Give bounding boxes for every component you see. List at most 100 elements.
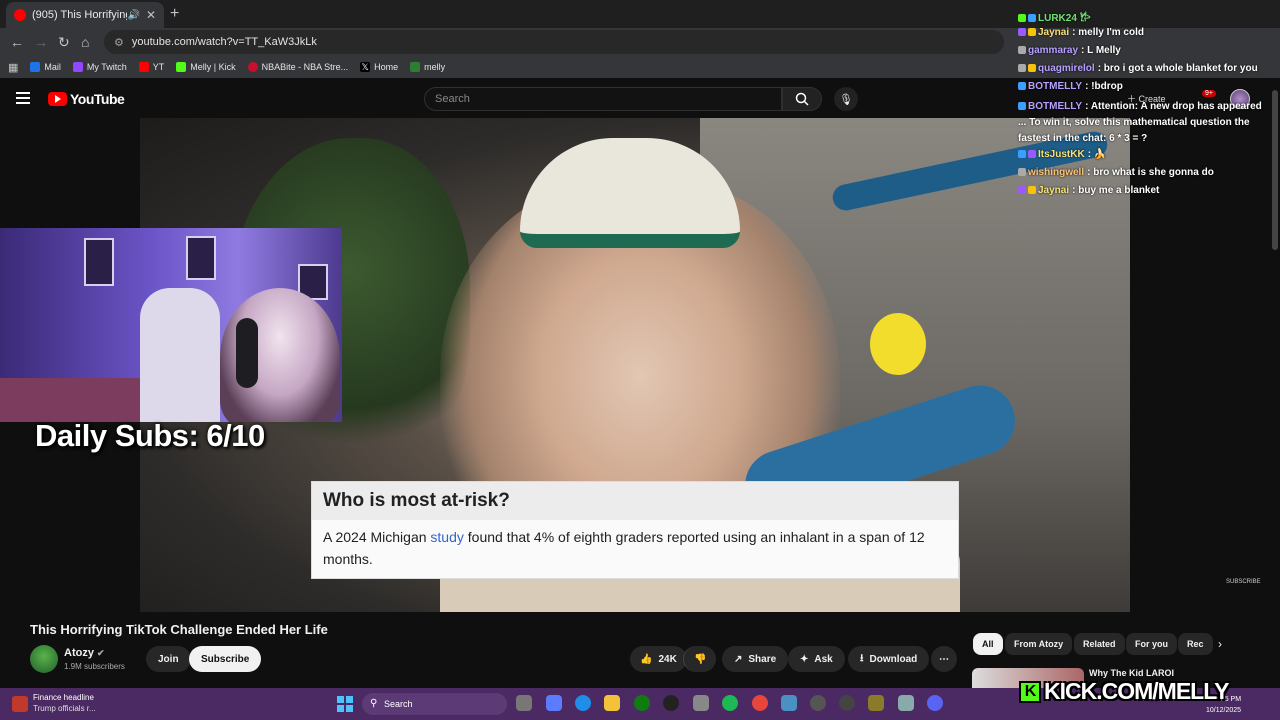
join-button[interactable]: Join xyxy=(146,646,191,672)
voice-search-button[interactable]: 🎙 xyxy=(834,87,858,111)
chat-username: Jaynai xyxy=(1038,185,1070,196)
video-frame-rubber-duck xyxy=(870,313,926,375)
search-icon: ⚲ xyxy=(370,698,378,709)
twitch-icon xyxy=(72,62,83,72)
copilot-icon[interactable] xyxy=(546,695,562,711)
chat-badge-icon xyxy=(1028,186,1036,195)
more-actions-button[interactable]: ⋯ xyxy=(931,646,957,672)
dislike-button[interactable]: 👎 xyxy=(683,646,717,672)
chat-message: Jaynai: buy me a blanket xyxy=(1018,185,1159,196)
media-player-icon[interactable] xyxy=(810,695,826,711)
chrome-icon[interactable] xyxy=(752,695,768,711)
bookmark-mail[interactable]: Mail xyxy=(30,62,61,72)
bot-badge-icon xyxy=(1018,102,1026,111)
bookmark-nbabite[interactable]: NBABite - NBA Stre... xyxy=(247,62,348,72)
youtube-logo[interactable]: YouTube xyxy=(48,91,125,107)
obs-icon[interactable] xyxy=(663,695,679,711)
youtube-icon xyxy=(138,62,149,72)
facecam-poster xyxy=(84,238,114,286)
chat-badge-icon xyxy=(1018,186,1026,195)
home-icon[interactable]: ⌂ xyxy=(81,34,89,50)
channel-name[interactable]: Atozy ✔ xyxy=(64,647,105,659)
chip-recent[interactable]: Rec xyxy=(1178,633,1213,655)
url-text: youtube.com/watch?v=TT_KaW3JkLk xyxy=(131,36,317,48)
chat-username: LURK24 xyxy=(1038,13,1077,24)
file-explorer-icon[interactable] xyxy=(604,695,620,711)
site-info-icon[interactable]: ⚙ xyxy=(114,36,124,49)
chip-from-atozy[interactable]: From Atozy xyxy=(1005,633,1073,655)
news-widget[interactable]: Finance headline Trump officials r... xyxy=(33,692,96,714)
chip-all[interactable]: All xyxy=(973,633,1003,655)
channel-avatar[interactable] xyxy=(30,645,58,673)
bot-badge-icon xyxy=(1018,82,1026,91)
chat-message: ItsJustKK: 🍌 xyxy=(1018,149,1106,160)
subscribe-button[interactable]: Subscribe xyxy=(189,646,262,672)
info-card-text: A 2024 Michigan study found that 4% of e… xyxy=(323,529,925,567)
settings-icon[interactable] xyxy=(898,695,914,711)
app-icon[interactable] xyxy=(839,695,855,711)
back-icon[interactable]: ← xyxy=(10,34,24,50)
edge-icon[interactable] xyxy=(575,695,591,711)
download-button[interactable]: ⭳ Download xyxy=(848,646,930,672)
download-icon: ⭳ xyxy=(860,652,864,664)
streamer-facecam xyxy=(0,228,342,422)
chat-username: ItsJustKK xyxy=(1038,149,1085,160)
chip-for-you[interactable]: For you xyxy=(1126,633,1177,655)
chat-message: gammaray: L Melly xyxy=(1018,45,1121,56)
chat-badge-icon xyxy=(1018,28,1026,37)
new-tab-button[interactable]: + xyxy=(170,5,179,23)
windows-start-icon[interactable] xyxy=(337,696,353,712)
share-icon: ↗ xyxy=(734,653,743,665)
menu-icon[interactable] xyxy=(16,92,30,104)
chat-text: L Melly xyxy=(1087,45,1121,56)
chip-related[interactable]: Related xyxy=(1074,633,1125,655)
store-icon[interactable] xyxy=(693,695,709,711)
kick-icon xyxy=(176,62,187,72)
bookmark-melly[interactable]: melly xyxy=(410,62,445,72)
reload-icon[interactable]: ↻ xyxy=(58,34,70,51)
facecam-chair xyxy=(140,288,220,422)
video-info-card: Who is most at-risk? A 2024 Michigan stu… xyxy=(311,481,959,579)
screen: (905) This Horrifying TikTok 🔊 ✕ + ← → ↻… xyxy=(0,0,1280,720)
recommended-title[interactable]: Why The Kid LAROI xyxy=(1089,668,1174,678)
chat-badge-icon xyxy=(1018,150,1026,159)
bookmark-home[interactable]: 𝕏 Home xyxy=(360,62,398,72)
tab-title: (905) This Horrifying TikTok xyxy=(32,9,128,21)
photos-icon[interactable] xyxy=(781,695,797,711)
chat-username: Jaynai xyxy=(1038,27,1070,38)
discord-icon[interactable] xyxy=(927,695,943,711)
chat-message: Jaynai: melly I'm cold xyxy=(1018,27,1144,38)
search-input[interactable]: Search xyxy=(424,87,782,111)
taskbar-search[interactable]: ⚲ Search xyxy=(362,693,507,715)
chevron-right-icon[interactable]: › xyxy=(1218,637,1222,651)
microphone-icon: 🎙 xyxy=(839,93,853,106)
bookmark-kick[interactable]: Melly | Kick xyxy=(176,62,236,72)
share-button[interactable]: ↗ Share xyxy=(722,646,789,672)
chat-message: BOTMELLY: Attention: A new drop has appe… xyxy=(1018,101,1262,144)
apps-grid-icon[interactable]: ▦ xyxy=(8,61,18,74)
thumbs-up-icon: 👍 xyxy=(640,653,653,665)
bookmark-yt[interactable]: YT xyxy=(138,62,164,72)
xbox-icon[interactable] xyxy=(634,695,650,711)
melly-icon xyxy=(410,62,421,72)
like-button[interactable]: 👍 24K xyxy=(630,646,687,672)
bookmark-twitch[interactable]: My Twitch xyxy=(72,62,127,72)
forward-icon[interactable]: → xyxy=(34,34,48,50)
speaker-icon[interactable]: 🔊 xyxy=(127,10,139,21)
sparkle-icon: ✦ xyxy=(800,653,809,665)
chat-badge-icon xyxy=(1018,168,1026,177)
chat-badge-icon xyxy=(1028,28,1036,37)
spotify-icon[interactable] xyxy=(722,695,738,711)
news-icon xyxy=(12,696,28,712)
browser-tab[interactable]: (905) This Horrifying TikTok 🔊 ✕ xyxy=(6,2,164,28)
youtube-play-icon xyxy=(48,92,67,106)
close-tab-icon[interactable]: ✕ xyxy=(146,8,156,22)
app-icon[interactable] xyxy=(868,695,884,711)
emote-icon: 𐂂 xyxy=(1079,13,1091,24)
youtube-favicon-icon xyxy=(14,9,26,21)
ask-button[interactable]: ✦ Ask xyxy=(788,646,845,672)
task-view-icon[interactable] xyxy=(516,695,532,711)
url-field[interactable]: ⚙ youtube.com/watch?v=TT_KaW3JkLk xyxy=(104,30,1004,54)
search-button[interactable] xyxy=(782,87,822,111)
chat-badge-icon xyxy=(1028,64,1036,73)
